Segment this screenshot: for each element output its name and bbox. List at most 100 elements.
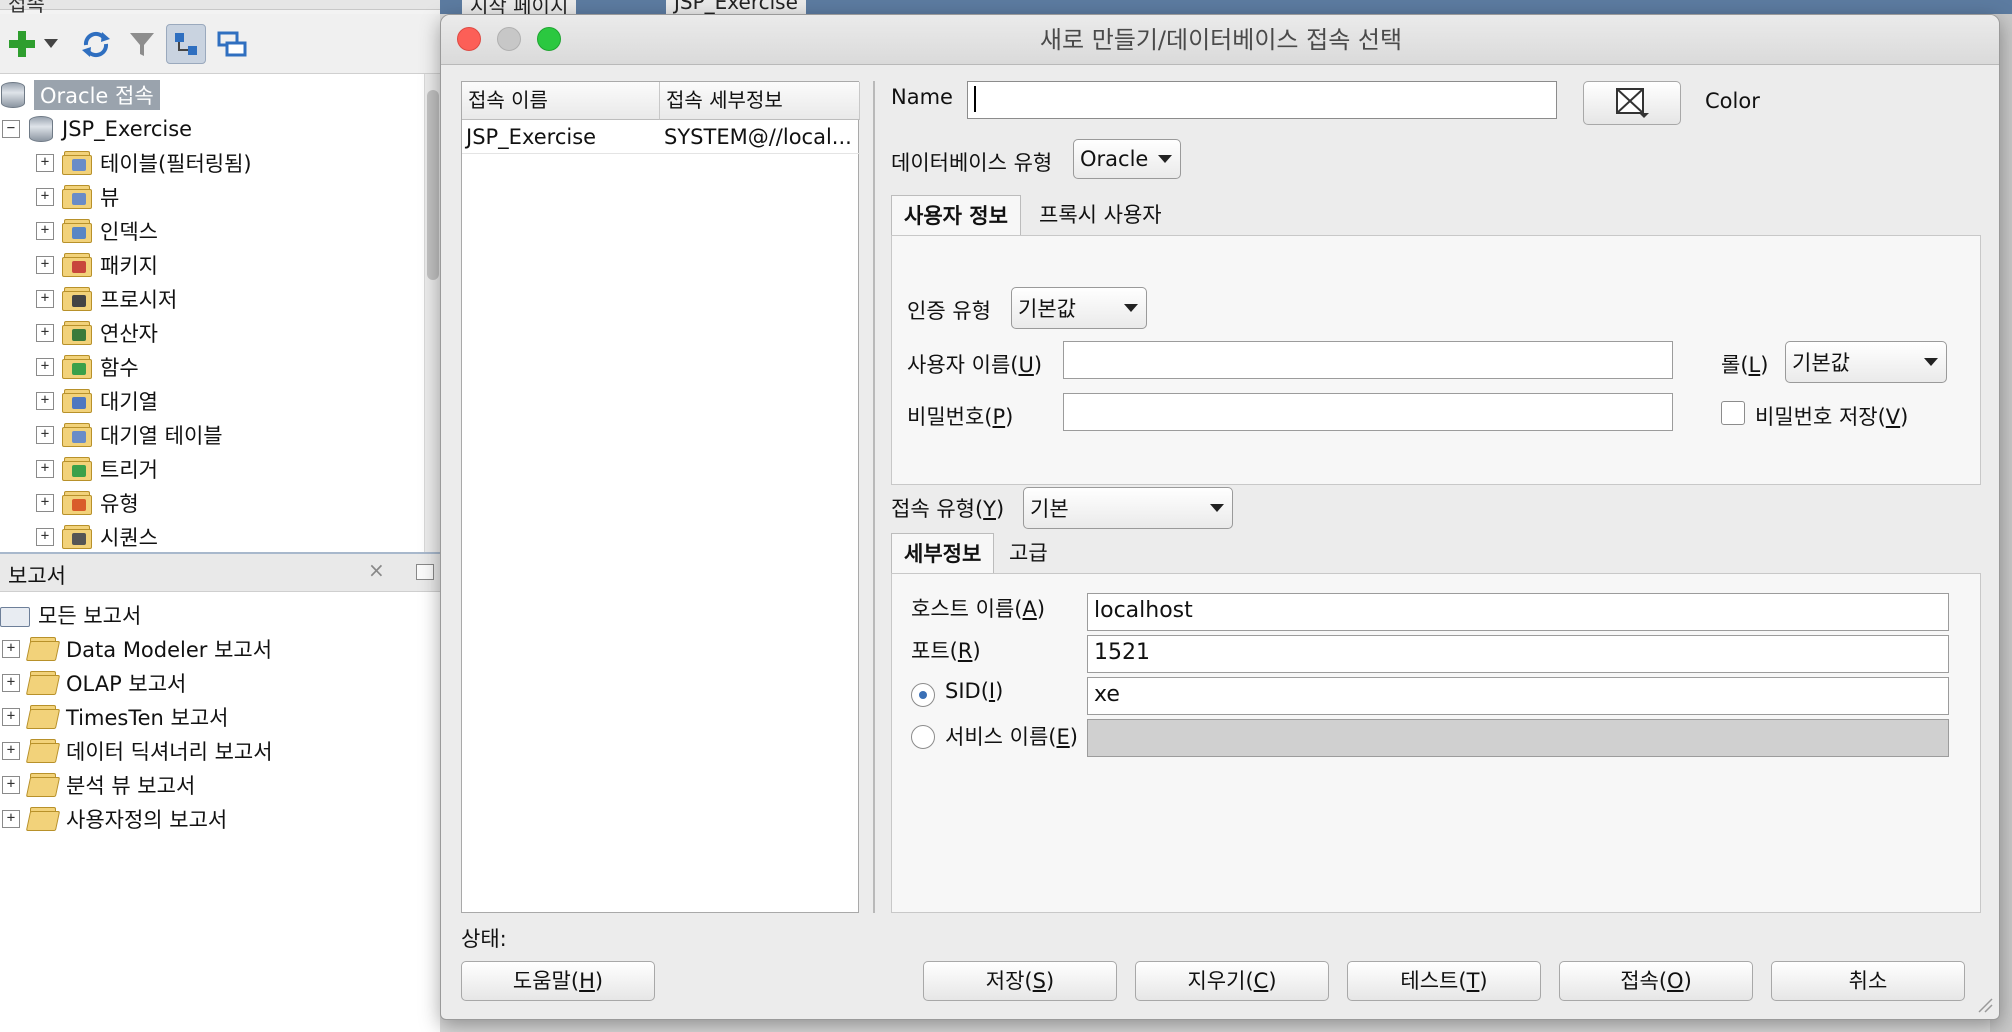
text-cursor [974, 86, 976, 112]
tree-item[interactable]: + 시퀀스 [36, 520, 158, 552]
report-folder-label: 분석 뷰 보고서 [66, 774, 196, 798]
tree-item[interactable]: + 대기열 테이블 [36, 418, 223, 452]
schema-browser-button[interactable] [166, 24, 206, 64]
package-folder-icon [62, 253, 92, 277]
color-label: Color [1705, 89, 1760, 113]
trigger-folder-icon [62, 457, 92, 481]
tree-item[interactable]: + 트리거 [36, 452, 158, 486]
tab-proxy-user[interactable]: 프록시 사용자 [1027, 195, 1174, 237]
report-folder[interactable]: + 데이터 딕셔너리 보고서 [2, 734, 273, 768]
close-panel-icon[interactable]: × [368, 558, 385, 582]
minimize-window-button[interactable] [497, 27, 521, 51]
zoom-window-button[interactable] [537, 27, 561, 51]
expand-icon[interactable]: + [36, 256, 54, 274]
tree-item-label: 인덱스 [100, 220, 158, 244]
expand-icon[interactable]: + [2, 674, 20, 692]
name-input[interactable] [967, 81, 1557, 119]
expand-icon[interactable]: + [36, 528, 54, 546]
tree-item[interactable]: + 함수 [36, 350, 139, 384]
expand-icon[interactable]: + [36, 222, 54, 240]
report-folder[interactable]: + 분석 뷰 보고서 [2, 768, 195, 802]
expand-icon[interactable]: + [36, 188, 54, 206]
expand-icon[interactable]: + [36, 324, 54, 342]
add-connection-dropdown[interactable] [42, 24, 60, 64]
sid-input[interactable]: xe [1087, 677, 1949, 715]
cancel-button[interactable]: 취소 [1771, 961, 1965, 1001]
clear-button[interactable]: 지우기(C) [1135, 961, 1329, 1001]
expand-icon[interactable]: + [36, 392, 54, 410]
scrollbar-thumb[interactable] [427, 90, 439, 280]
chevron-down-icon [1158, 155, 1172, 163]
port-input[interactable]: 1521 [1087, 635, 1949, 673]
table-cell-connection-name[interactable]: JSP_Exercise [462, 120, 660, 154]
hostname-input[interactable]: localhost [1087, 593, 1949, 631]
tab-jsp-exercise[interactable]: JSP_Exercise [666, 0, 806, 14]
reports-tree: 모든 보고서 + Data Modeler 보고서 + OLAP 보고서 + TimesT… [0, 592, 440, 1032]
tree-item[interactable]: + 패키지 [36, 248, 158, 282]
chevron-down-icon [1124, 304, 1138, 312]
expand-icon[interactable]: + [2, 640, 20, 658]
tree-item[interactable]: + 유형 [36, 486, 139, 520]
split-divider[interactable] [873, 81, 875, 913]
view-folder-icon [62, 185, 92, 209]
report-folder[interactable]: + 사용자정의 보고서 [2, 802, 227, 836]
reports-root[interactable]: 모든 보고서 [0, 598, 141, 632]
sid-radio[interactable] [911, 683, 935, 707]
column-header-connection-name[interactable]: 접속 이름 [462, 82, 660, 120]
column-header-connection-details[interactable]: 접속 세부정보 [660, 82, 860, 120]
tree-root-oracle-connections[interactable]: Oracle 접속 [0, 78, 160, 112]
tree-root-label: Oracle 접속 [34, 80, 160, 110]
tab-user-info[interactable]: 사용자 정보 [891, 195, 1021, 237]
connection-type-value: 기본 [1030, 497, 1069, 521]
expand-icon[interactable]: + [36, 460, 54, 478]
expand-icon[interactable]: + [36, 494, 54, 512]
resize-grip-icon[interactable] [1977, 997, 1993, 1013]
tree-item[interactable]: + 대기열 [36, 384, 158, 418]
minimize-panel-icon[interactable] [416, 564, 434, 580]
role-label: 롤(L) [1721, 353, 1769, 377]
filter-button[interactable] [122, 24, 162, 64]
tree-item[interactable]: + 뷰 [36, 180, 119, 214]
expand-icon[interactable]: + [36, 358, 54, 376]
report-folder[interactable]: + Data Modeler 보고서 [2, 632, 272, 666]
connection-type-select[interactable]: 기본 [1023, 487, 1233, 529]
service-name-input[interactable] [1087, 719, 1949, 757]
connect-button[interactable]: 접속(O) [1559, 961, 1753, 1001]
collapse-icon[interactable]: − [2, 120, 20, 138]
tree-item[interactable]: + 프로시저 [36, 282, 177, 316]
test-button[interactable]: 테스트(T) [1347, 961, 1541, 1001]
database-icon [0, 80, 26, 110]
tab-advanced[interactable]: 고급 [1001, 533, 1056, 575]
username-input[interactable] [1063, 341, 1673, 379]
expand-icon[interactable]: + [36, 426, 54, 444]
tree-item[interactable]: + 연산자 [36, 316, 158, 350]
password-input[interactable] [1063, 393, 1673, 431]
tree-item[interactable]: + 인덱스 [36, 214, 158, 248]
role-select[interactable]: 기본값 [1785, 341, 1947, 383]
save-password-checkbox[interactable] [1721, 401, 1745, 425]
role-value: 기본값 [1792, 351, 1850, 375]
close-window-button[interactable] [457, 27, 481, 51]
color-picker-button[interactable] [1583, 81, 1681, 125]
tree-item[interactable]: + 테이블(필터링됨) [36, 146, 252, 180]
expand-icon[interactable]: + [2, 810, 20, 828]
service-name-radio[interactable] [911, 725, 935, 749]
table-cell-connection-details[interactable]: SYSTEM@//local... [660, 120, 860, 154]
tree-connection-jsp-exercise[interactable]: − JSP_Exercise [2, 112, 192, 146]
expand-icon[interactable]: + [36, 154, 54, 172]
auth-type-select[interactable]: 기본값 [1011, 287, 1147, 329]
expand-icon[interactable]: + [2, 742, 20, 760]
expand-icon[interactable]: + [2, 776, 20, 794]
queue-table-folder-icon [62, 423, 92, 447]
report-folder[interactable]: + OLAP 보고서 [2, 666, 186, 700]
expand-icon[interactable]: + [2, 708, 20, 726]
database-type-select[interactable]: Oracle [1073, 139, 1181, 179]
tab-details[interactable]: 세부정보 [891, 533, 995, 575]
help-button[interactable]: 도움말(H) [461, 961, 655, 1001]
add-connection-button[interactable] [2, 24, 42, 64]
refresh-button[interactable] [76, 24, 116, 64]
save-button[interactable]: 저장(S) [923, 961, 1117, 1001]
report-folder[interactable]: + TimesTen 보고서 [2, 700, 228, 734]
expand-icon[interactable]: + [36, 290, 54, 308]
collapse-all-button[interactable] [212, 24, 252, 64]
